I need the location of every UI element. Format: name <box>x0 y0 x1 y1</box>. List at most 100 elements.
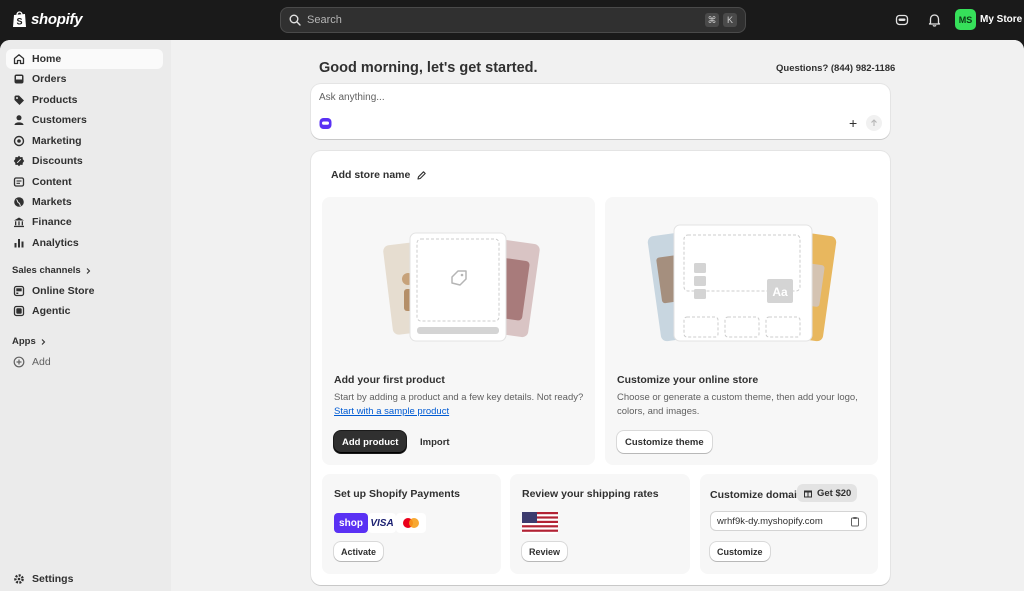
add-attachment-button[interactable]: + <box>849 115 857 131</box>
sidebar-item-discounts[interactable]: Discounts <box>6 151 163 171</box>
customize-theme-button[interactable]: Customize theme <box>617 431 712 453</box>
sidebar-item-analytics[interactable]: Analytics <box>6 233 163 253</box>
sidekick-top-button[interactable] <box>894 12 910 28</box>
search-bar[interactable]: ⌘ K <box>280 7 746 33</box>
sidebar-item-label: Orders <box>32 73 67 85</box>
sidebar-item-customers[interactable]: Customers <box>6 110 163 130</box>
review-button[interactable]: Review <box>522 542 568 561</box>
store-name: My Store <box>980 14 1023 25</box>
sidebar-item-label: Settings <box>32 573 74 585</box>
task-description-text: Start by adding a product and a few key … <box>334 392 584 403</box>
brand-name: shopify <box>31 10 83 28</box>
support-phone[interactable]: Questions? (844) 982-1186 <box>776 63 895 74</box>
shortcut-key-command: ⌘ <box>705 13 719 27</box>
home-icon <box>13 54 25 65</box>
sidekick-prompt-box[interactable]: + <box>311 84 890 139</box>
sidebar-item-finance[interactable]: Finance <box>6 212 163 232</box>
domain-field[interactable]: wrhf9k-dy.myshopify.com <box>710 511 867 531</box>
plus-circle-icon <box>13 356 25 368</box>
sidebar: Home Orders Products Customers Marketing… <box>0 40 171 591</box>
customize-domain-button[interactable]: Customize <box>710 542 770 561</box>
sidebar-item-label: Home <box>32 53 62 65</box>
us-flag-icon <box>522 512 558 534</box>
visa-badge: VISA <box>368 513 396 533</box>
sidebar-item-label: Content <box>32 176 72 188</box>
shortcut-key-k: K <box>723 13 737 27</box>
shipping-title: Review your shipping rates <box>522 488 659 500</box>
gift-icon <box>804 490 812 498</box>
search-icon <box>289 14 301 26</box>
activate-button[interactable]: Activate <box>334 542 384 561</box>
sidebar-item-orders[interactable]: Orders <box>6 69 163 89</box>
import-button[interactable]: Import <box>412 431 458 453</box>
discount-icon <box>13 155 25 167</box>
domain-title: Customize domain <box>710 489 804 501</box>
task-description: Choose or generate a custom theme, then … <box>617 392 858 417</box>
person-icon <box>14 115 24 125</box>
top-bar: S shopify ⌘ K MS My Store <box>0 0 1024 40</box>
apps-header[interactable]: Apps <box>12 336 47 347</box>
bell-icon <box>928 14 940 27</box>
notifications-button[interactable] <box>926 12 942 28</box>
payments-title: Set up Shopify Payments <box>334 488 461 500</box>
sidekick-icon <box>895 14 909 26</box>
sidebar-item-label: Markets <box>32 196 72 208</box>
sidekick-icon <box>319 118 332 129</box>
ask-input[interactable] <box>319 92 719 103</box>
gear-icon <box>14 574 24 584</box>
sidebar-item-label: Analytics <box>32 237 79 249</box>
sidebar-item-label: Customers <box>32 114 87 126</box>
shop-pay-badge: shop <box>334 513 368 533</box>
sidebar-item-add-app[interactable]: Add <box>6 352 163 372</box>
store-icon <box>13 285 25 297</box>
tag-icon <box>14 95 24 105</box>
sidebar-item-label: Discounts <box>32 155 83 167</box>
payments-card: Set up Shopify Payments shop VISA Activa… <box>322 474 501 574</box>
content-icon <box>13 177 25 187</box>
task-title: Add your first product <box>334 374 445 386</box>
sidebar-item-online-store[interactable]: Online Store <box>6 281 163 301</box>
inbox-icon <box>14 74 24 84</box>
store-avatar: MS <box>955 9 976 30</box>
add-product-button[interactable]: Add product <box>334 431 407 453</box>
task-description: Start by adding a product and a few key … <box>334 391 584 419</box>
add-store-name[interactable]: Add store name <box>331 169 427 181</box>
svg-text:S: S <box>16 17 22 27</box>
sample-product-link[interactable]: Start with a sample product <box>334 406 449 417</box>
page-title: Good morning, let's get started. <box>319 60 538 76</box>
agent-icon <box>13 305 25 317</box>
reward-badge: Get $20 <box>797 484 858 502</box>
target-icon <box>13 135 25 147</box>
clipboard-icon[interactable] <box>850 516 860 527</box>
product-illustration <box>383 232 540 342</box>
send-button[interactable] <box>866 115 882 131</box>
mastercard-icon <box>403 518 419 528</box>
search-input[interactable] <box>307 14 701 26</box>
admin-frame: Home Orders Products Customers Marketing… <box>0 40 1024 591</box>
shopify-logo[interactable]: S shopify <box>12 10 83 28</box>
sidebar-item-label: Add <box>32 356 51 368</box>
setup-card: Add store name Add your first product St… <box>311 151 890 585</box>
arrow-up-icon <box>871 119 877 126</box>
sidebar-item-label: Marketing <box>32 135 82 147</box>
store-name-label: Add store name <box>331 169 411 181</box>
font-preview-text: Aa <box>772 285 788 299</box>
sidebar-item-content[interactable]: Content <box>6 172 163 192</box>
store-menu-button[interactable]: MS My Store <box>955 9 1022 30</box>
sales-channels-header[interactable]: Sales channels <box>12 265 92 276</box>
add-product-task: Add your first product Start by adding a… <box>322 197 595 465</box>
sidebar-item-label: Online Store <box>32 285 95 297</box>
sidebar-item-agentic[interactable]: Agentic <box>6 301 163 321</box>
customize-store-task: Aa Customize your online store Choose or… <box>605 197 878 465</box>
mastercard-badge <box>396 513 426 533</box>
sidebar-item-markets[interactable]: Markets <box>6 192 163 212</box>
bank-icon <box>14 217 24 228</box>
sidebar-item-marketing[interactable]: Marketing <box>6 131 163 151</box>
sidebar-item-settings[interactable]: Settings <box>6 569 163 589</box>
sidebar-item-home[interactable]: Home <box>6 49 163 69</box>
chevron-right-icon <box>41 338 46 345</box>
shopify-bag-icon: S <box>13 11 26 27</box>
sidebar-item-products[interactable]: Products <box>6 90 163 110</box>
sidebar-item-label: Products <box>32 94 78 106</box>
domain-value: wrhf9k-dy.myshopify.com <box>717 515 823 527</box>
